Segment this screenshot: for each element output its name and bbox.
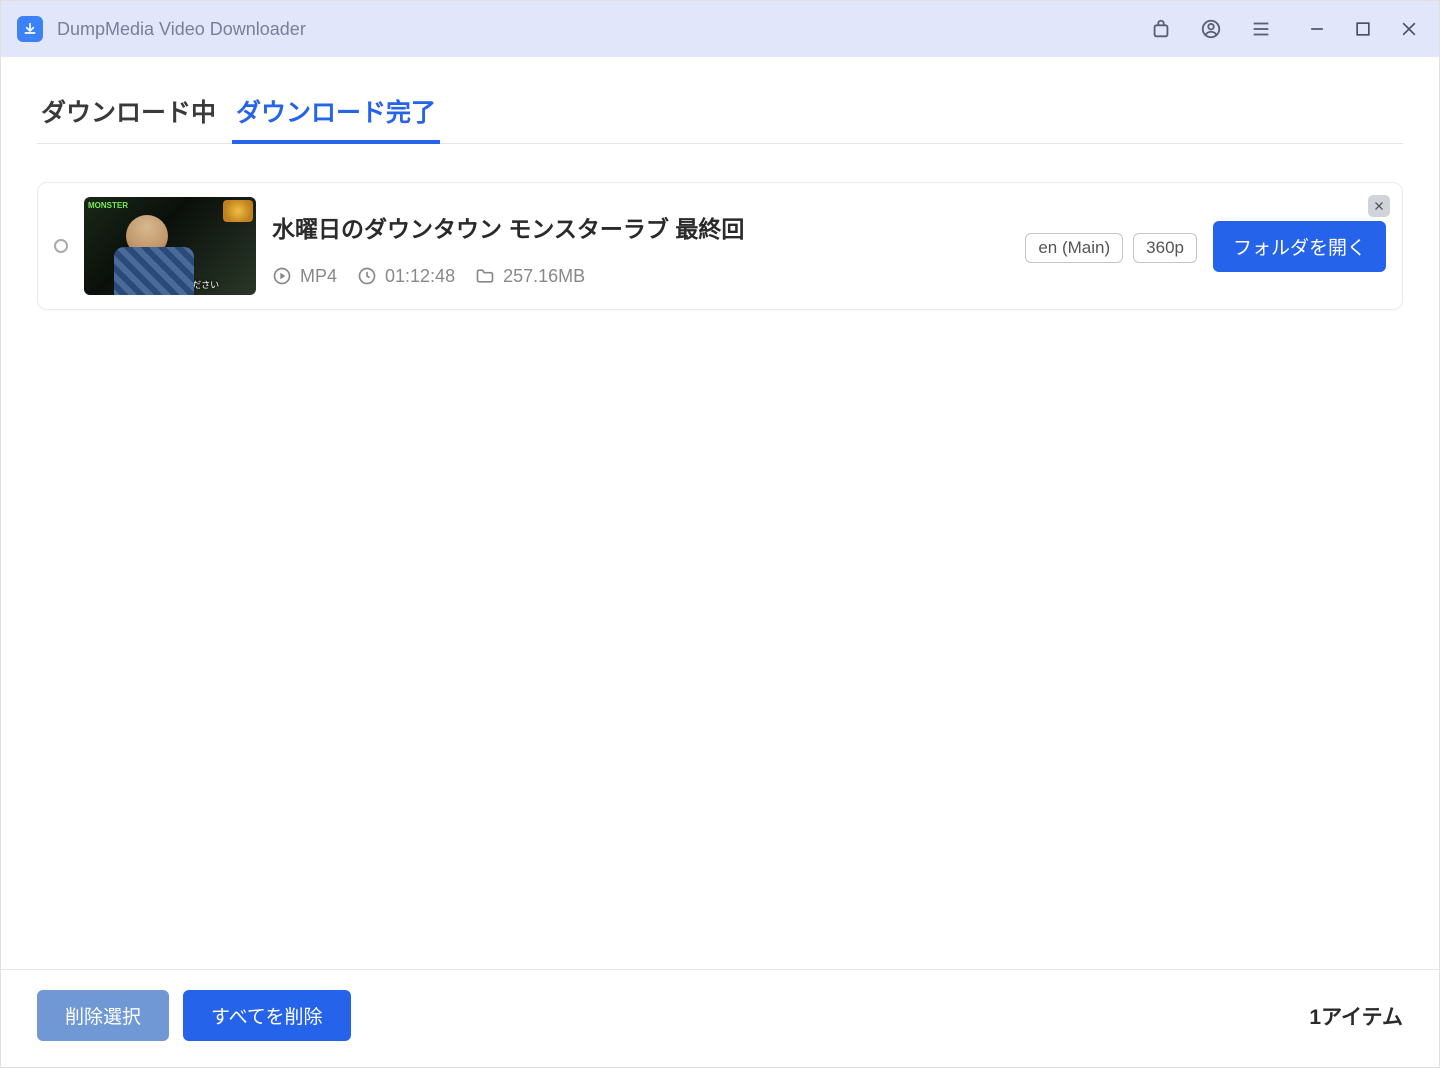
- thumb-subtitle: 僕と付き合ってください: [121, 278, 219, 291]
- app-title: DumpMedia Video Downloader: [57, 19, 1147, 40]
- shop-icon[interactable]: [1147, 15, 1175, 43]
- download-list: MONSTER 僕と付き合ってください 水曜日のダウンタウン モンスターラブ 最…: [37, 144, 1403, 969]
- format-label: MP4: [300, 266, 337, 287]
- open-folder-button[interactable]: フォルダを開く: [1213, 221, 1386, 272]
- footer-bar: 削除選択 すべてを削除 1アイテム: [1, 969, 1439, 1067]
- app-logo-icon: [17, 16, 43, 42]
- item-tags: en (Main) 360p: [1025, 229, 1197, 263]
- quality-tag: 360p: [1133, 233, 1197, 263]
- minimize-button[interactable]: [1303, 15, 1331, 43]
- video-thumbnail: MONSTER 僕と付き合ってください: [84, 197, 256, 295]
- close-icon: [1373, 200, 1385, 212]
- item-info: 水曜日のダウンタウン モンスターラブ 最終回 MP4 01:12:48 2: [272, 206, 1009, 287]
- menu-icon[interactable]: [1247, 15, 1275, 43]
- duration-label: 01:12:48: [385, 266, 455, 287]
- size-meta: 257.16MB: [475, 266, 585, 287]
- item-count-label: 1アイテム: [1309, 1001, 1403, 1031]
- download-item: MONSTER 僕と付き合ってください 水曜日のダウンタウン モンスターラブ 最…: [37, 182, 1403, 310]
- remove-item-button[interactable]: [1368, 195, 1390, 217]
- video-title: 水曜日のダウンタウン モンスターラブ 最終回: [272, 210, 1009, 244]
- titlebar: DumpMedia Video Downloader: [1, 1, 1439, 57]
- select-radio[interactable]: [54, 239, 68, 253]
- language-tag: en (Main): [1025, 233, 1123, 263]
- play-circle-icon: [272, 266, 292, 286]
- item-action: フォルダを開く: [1213, 221, 1386, 272]
- clock-icon: [357, 266, 377, 286]
- video-meta: MP4 01:12:48 257.16MB: [272, 266, 1009, 287]
- tab-downloading[interactable]: ダウンロード中: [37, 85, 220, 143]
- maximize-button[interactable]: [1349, 15, 1377, 43]
- close-button[interactable]: [1395, 15, 1423, 43]
- delete-selected-button[interactable]: 削除選択: [37, 990, 169, 1041]
- account-icon[interactable]: [1197, 15, 1225, 43]
- tab-completed[interactable]: ダウンロード完了: [232, 85, 440, 143]
- folder-icon: [475, 266, 495, 286]
- content-area: ダウンロード中 ダウンロード完了 MONSTER 僕と付き合ってください 水曜日…: [1, 57, 1439, 969]
- thumb-badge: [223, 200, 253, 222]
- size-label: 257.16MB: [503, 266, 585, 287]
- tab-bar: ダウンロード中 ダウンロード完了: [37, 85, 1403, 144]
- duration-meta: 01:12:48: [357, 266, 455, 287]
- delete-all-button[interactable]: すべてを削除: [183, 990, 351, 1041]
- thumb-badge: MONSTER: [88, 201, 128, 210]
- format-meta: MP4: [272, 266, 337, 287]
- app-window: DumpMedia Video Downloader: [0, 0, 1440, 1068]
